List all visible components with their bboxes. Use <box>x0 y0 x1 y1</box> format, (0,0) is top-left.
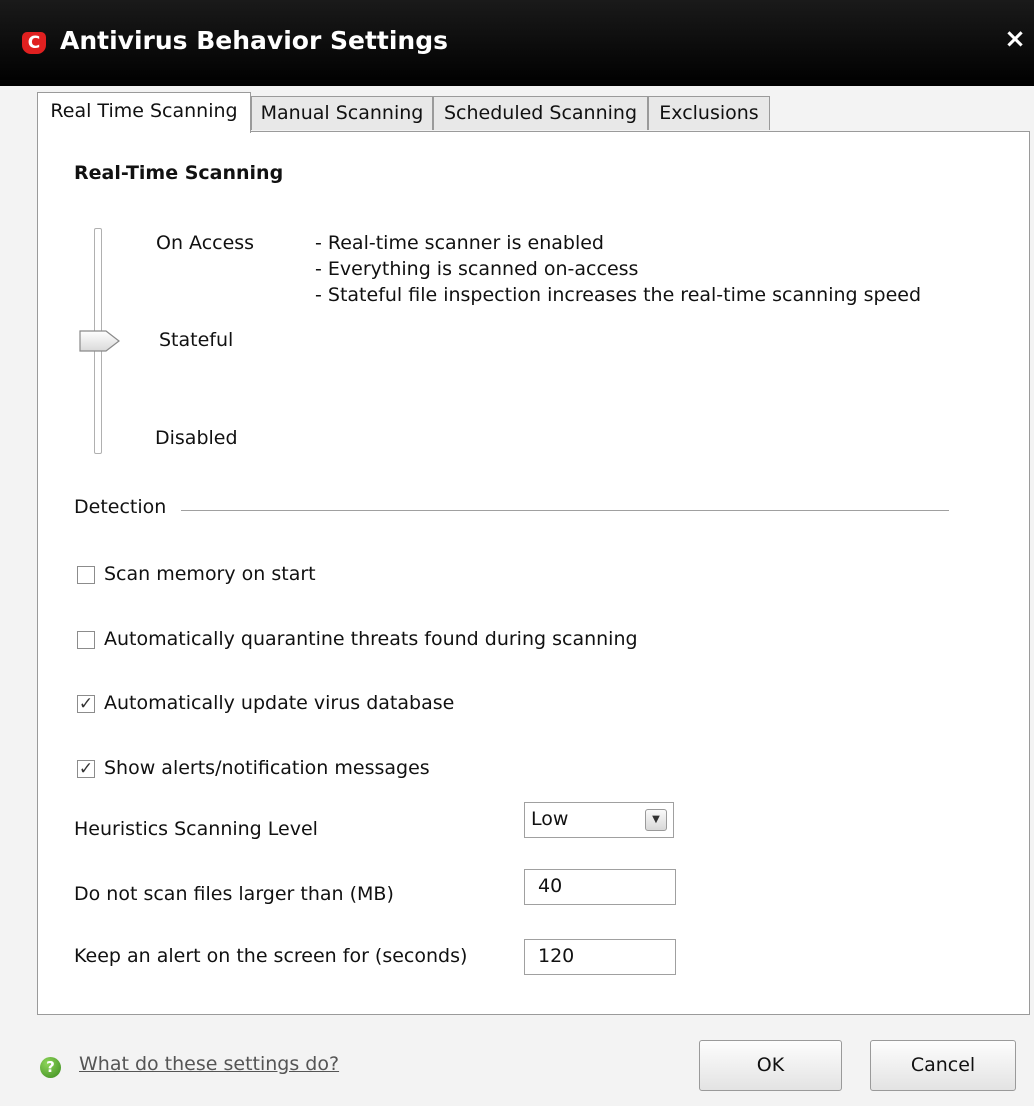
close-icon[interactable]: × <box>1001 25 1029 53</box>
title-bar: C Antivirus Behavior Settings × <box>0 0 1034 86</box>
checkbox-icon[interactable] <box>77 566 95 584</box>
detection-divider <box>181 510 949 511</box>
heuristics-level-value: Low <box>531 808 569 830</box>
tab-manual-scanning[interactable]: Manual Scanning <box>251 96 433 130</box>
checkbox-label: Automatically quarantine threats found d… <box>104 628 638 650</box>
tab-real-time-scanning[interactable]: Real Time Scanning <box>37 92 251 133</box>
heuristics-label: Heuristics Scanning Level <box>74 818 318 840</box>
alert-duration-label: Keep an alert on the screen for (seconds… <box>74 945 468 967</box>
detection-group-label: Detection <box>74 496 167 518</box>
level-description-line: - Everything is scanned on-access <box>315 258 639 280</box>
max-file-size-input[interactable]: 40 <box>524 869 676 905</box>
level-description-line: - Stateful file inspection increases the… <box>315 284 922 306</box>
checkbox-label: Automatically update virus database <box>104 692 455 714</box>
checkbox-label: Show alerts/notification messages <box>104 757 430 779</box>
tab-scheduled-scanning[interactable]: Scheduled Scanning <box>433 96 648 130</box>
heuristics-level-select[interactable]: Low ▼ <box>524 802 674 838</box>
checkbox-icon[interactable]: ✓ <box>77 695 95 713</box>
cancel-button[interactable]: Cancel <box>870 1040 1016 1091</box>
checkbox-icon[interactable] <box>77 631 95 649</box>
ok-button[interactable]: OK <box>699 1040 842 1091</box>
settings-window: C Antivirus Behavior Settings × Real Tim… <box>0 0 1034 1106</box>
checkbox-label: Scan memory on start <box>104 563 316 585</box>
max-file-size-label: Do not scan files larger than (MB) <box>74 883 394 905</box>
help-link[interactable]: What do these settings do? <box>79 1053 339 1075</box>
alert-duration-input[interactable]: 120 <box>524 939 676 975</box>
level-description-line: - Real-time scanner is enabled <box>315 232 604 254</box>
tab-exclusions[interactable]: Exclusions <box>648 96 770 130</box>
level-on-access[interactable]: On Access <box>156 232 254 254</box>
help-icon[interactable]: ? <box>40 1057 61 1078</box>
level-stateful[interactable]: Stateful <box>159 329 233 351</box>
slider-thumb-icon[interactable] <box>79 329 121 353</box>
level-disabled[interactable]: Disabled <box>155 427 238 449</box>
chevron-down-icon[interactable]: ▼ <box>645 809 667 831</box>
comodo-logo-icon: C <box>22 32 46 54</box>
window-title: Antivirus Behavior Settings <box>60 26 449 55</box>
checkbox-icon[interactable]: ✓ <box>77 760 95 778</box>
section-title: Real-Time Scanning <box>74 162 284 184</box>
